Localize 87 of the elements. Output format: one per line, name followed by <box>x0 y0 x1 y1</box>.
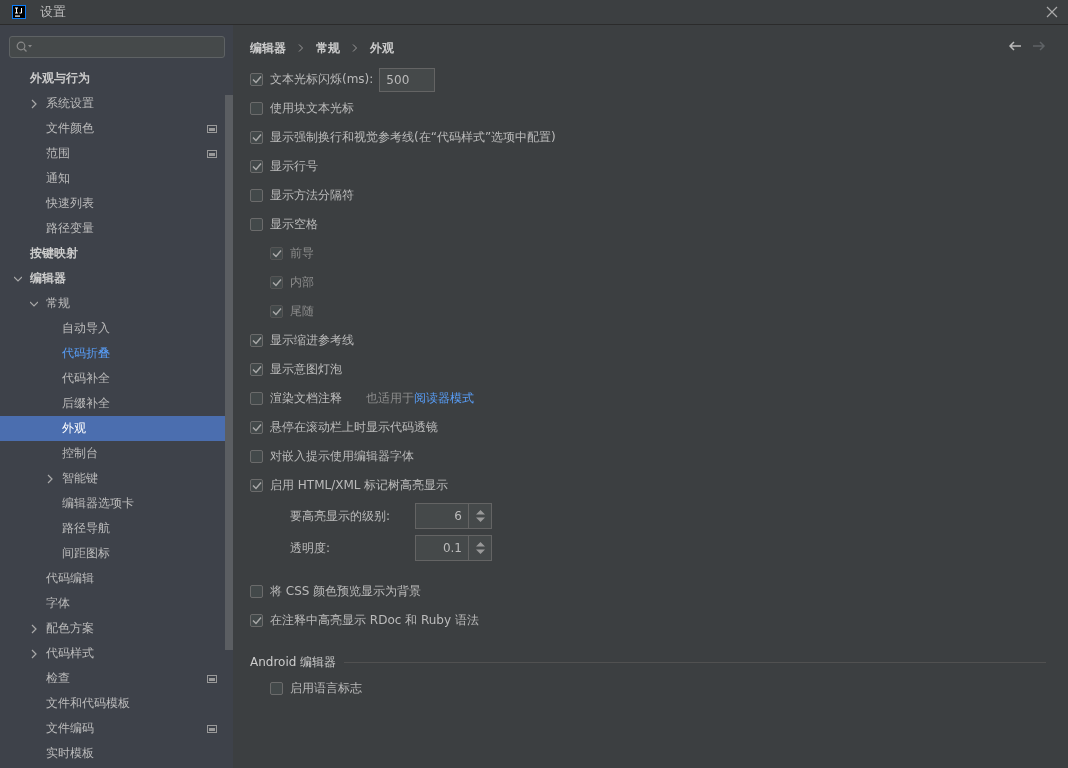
search-icon <box>16 41 32 53</box>
scrollbar[interactable] <box>225 95 233 650</box>
sidebar-item[interactable]: 编辑器 <box>0 266 225 291</box>
sidebar-item[interactable]: 代码补全 <box>0 366 225 391</box>
sidebar-item[interactable]: 间距图标 <box>0 541 225 566</box>
sidebar-item[interactable]: 快速列表 <box>0 191 225 216</box>
hint-text: 也适用于阅读器模式 <box>366 390 474 407</box>
chevron-right-icon <box>298 44 304 52</box>
breadcrumb-item[interactable]: 外观 <box>370 39 394 57</box>
section-title: Android 编辑器 <box>250 653 337 671</box>
chevron-right-icon <box>352 44 358 52</box>
checkbox-label: 使用块文本光标 <box>270 100 354 117</box>
checkbox[interactable] <box>250 392 263 405</box>
checkbox[interactable] <box>250 363 263 376</box>
sidebar-item[interactable]: 按键映射 <box>0 241 225 266</box>
checkbox[interactable] <box>250 73 263 86</box>
sidebar-item[interactable]: 系统设置 <box>0 91 225 116</box>
checkbox-label: 悬停在滚动栏上时显示代码透镜 <box>270 419 438 436</box>
number-spinner[interactable]: 0.1 <box>415 535 492 561</box>
chevron-right-icon[interactable] <box>46 473 54 484</box>
checkbox[interactable] <box>250 421 263 434</box>
sidebar-group-header[interactable]: 外观与行为 <box>0 66 233 91</box>
back-arrow-icon[interactable] <box>1008 41 1022 51</box>
sidebar-item[interactable]: 路径变量 <box>0 216 225 241</box>
checkbox-label: 显示缩进参考线 <box>270 332 354 349</box>
checkbox[interactable] <box>250 585 263 598</box>
checkbox-label: 对嵌入提示使用编辑器字体 <box>270 448 414 465</box>
sidebar-item[interactable]: 配色方案 <box>0 616 225 641</box>
checkbox[interactable] <box>250 334 263 347</box>
close-icon[interactable] <box>1046 6 1058 18</box>
checkbox-label: 显示行号 <box>270 158 318 175</box>
sidebar-item[interactable]: 通知 <box>0 166 225 191</box>
sidebar-item[interactable]: 检查 <box>0 666 225 691</box>
spinner-arrows-icon[interactable] <box>475 509 485 523</box>
sidebar-item[interactable]: 代码样式 <box>0 641 225 666</box>
checkbox[interactable] <box>250 189 263 202</box>
field-label: 要高亮显示的级别: <box>290 507 391 525</box>
checkbox[interactable] <box>250 131 263 144</box>
sidebar-item[interactable]: 范围 <box>0 141 225 166</box>
checkbox-label: 内部 <box>290 274 314 291</box>
spinner-arrows-icon[interactable] <box>475 541 485 555</box>
sidebar-item[interactable]: 路径导航 <box>0 516 225 541</box>
field-label: 透明度: <box>290 539 331 557</box>
sidebar-item[interactable]: 字体 <box>0 591 225 616</box>
app-logo-icon <box>12 5 26 19</box>
window-title: 设置 <box>40 3 66 21</box>
sidebar-item[interactable]: 文件和代码模板 <box>0 691 225 716</box>
sidebar-item[interactable]: 后缀补全 <box>0 391 225 416</box>
number-spinner[interactable]: 6 <box>415 503 492 529</box>
sidebar-item[interactable]: 外观 <box>0 416 225 441</box>
sidebar-item[interactable]: 实时模板 <box>0 741 225 766</box>
checkbox-label: 前导 <box>290 245 314 262</box>
chevron-right-icon[interactable] <box>30 623 38 634</box>
checkbox[interactable] <box>250 218 263 231</box>
checkbox-label: 显示强制换行和视觉参考线(在“代码样式”选项中配置) <box>270 129 556 146</box>
sidebar-item[interactable]: 代码折叠 <box>0 341 225 366</box>
checkbox[interactable] <box>250 450 263 463</box>
checkbox[interactable] <box>250 102 263 115</box>
checkbox[interactable] <box>250 160 263 173</box>
checkbox-label: 显示方法分隔符 <box>270 187 354 204</box>
sidebar-item[interactable]: 编辑器选项卡 <box>0 491 225 516</box>
link[interactable]: 阅读器模式 <box>414 391 474 405</box>
sidebar-item[interactable]: 控制台 <box>0 441 225 466</box>
sidebar-item[interactable]: 代码编辑 <box>0 566 225 591</box>
input-field[interactable]: 500 <box>379 67 436 92</box>
chevron-right-icon[interactable] <box>30 98 38 109</box>
checkbox[interactable] <box>250 479 263 492</box>
chevron-right-icon[interactable] <box>30 648 38 659</box>
checkbox-label: 启用 HTML/XML 标记树高亮显示 <box>270 477 449 494</box>
checkbox-label: 将 CSS 颜色预览显示为背景 <box>270 583 422 600</box>
checkbox-label: 在注释中高亮显示 RDoc 和 Ruby 语法 <box>270 612 479 629</box>
sidebar-item[interactable]: 文件颜色 <box>0 116 225 141</box>
checkbox-label: 显示意图灯泡 <box>270 361 342 378</box>
breadcrumb-item[interactable]: 编辑器 <box>250 39 286 57</box>
checkbox-label: 渲染文档注释 <box>270 390 342 407</box>
checkbox-label: 启用语言标志 <box>290 680 362 697</box>
checkbox[interactable] <box>250 614 263 627</box>
breadcrumb-item[interactable]: 常规 <box>316 39 340 57</box>
checkbox[interactable] <box>270 682 283 695</box>
sidebar-item[interactable]: 常规 <box>0 291 225 316</box>
sidebar-item[interactable]: 智能键 <box>0 466 225 491</box>
search-field[interactable] <box>9 36 225 58</box>
sidebar-item[interactable]: 文件编码 <box>0 716 225 741</box>
checkbox-label: 尾随 <box>290 303 314 320</box>
checkbox-label: 文本光标闪烁(ms): <box>270 71 374 88</box>
checkbox-label: 显示空格 <box>270 216 318 233</box>
sidebar-item[interactable]: 自动导入 <box>0 316 225 341</box>
